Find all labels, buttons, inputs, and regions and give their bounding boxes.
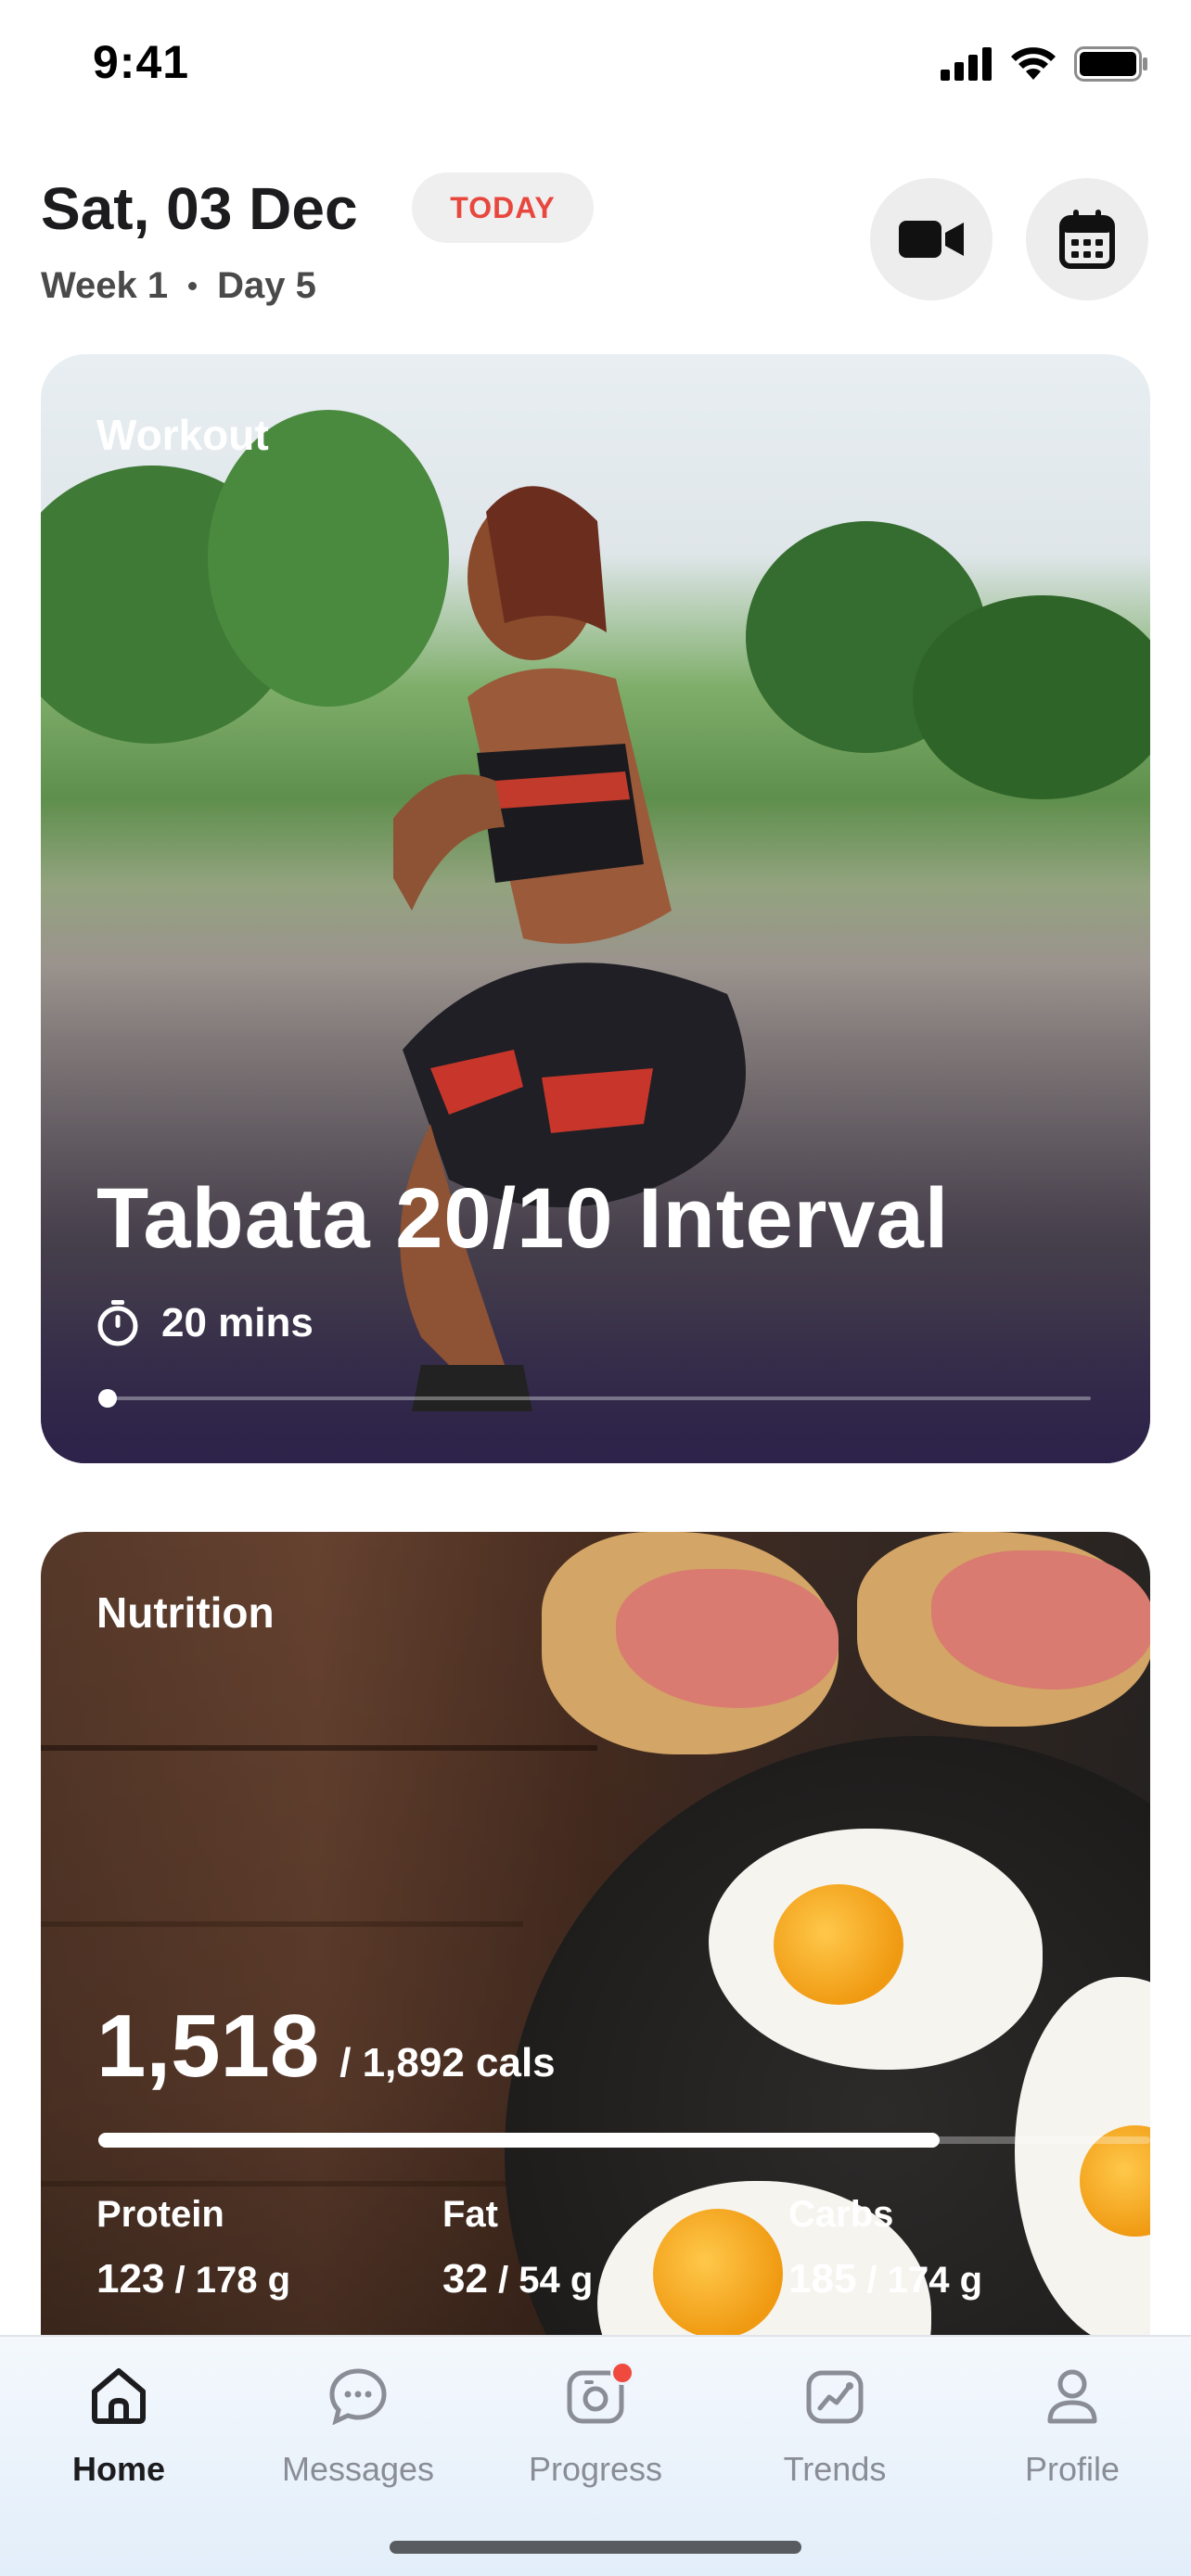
calorie-progress-fill xyxy=(98,2133,941,2148)
macro-values: 123 / 178 g xyxy=(96,2256,442,2302)
stopwatch-icon xyxy=(97,1300,138,1346)
athlete-figure xyxy=(393,486,746,1411)
macro-carbs: Carbs 185 / 174 g xyxy=(788,2194,1134,2302)
macro-label: Carbs xyxy=(788,2194,894,2235)
macros-row: Protein 123 / 178 g Fat 32 / 54 g Carbs … xyxy=(96,2194,1135,2302)
status-bar: 9:41 xyxy=(0,0,1191,130)
day-header: Sat, 03 Dec TODAY Week 1 Day 5 xyxy=(0,148,1191,334)
macro-values: 32 / 54 g xyxy=(442,2256,788,2302)
calendar-icon xyxy=(1059,210,1115,269)
macro-goal: / 178 g xyxy=(174,2260,291,2301)
tab-home[interactable]: Home xyxy=(7,2363,230,2489)
workout-progress-bar[interactable] xyxy=(98,1389,1091,1408)
home-indicator xyxy=(390,2541,801,2554)
notification-dot xyxy=(610,2361,634,2385)
macro-value: 185 xyxy=(788,2256,857,2302)
today-badge[interactable]: TODAY xyxy=(412,172,594,243)
calorie-summary: 1,518 / 1,892 cals xyxy=(96,1996,556,2098)
workout-photo xyxy=(41,354,1150,1463)
chat-bubble-icon xyxy=(325,2363,391,2429)
macro-fat: Fat 32 / 54 g xyxy=(442,2194,788,2302)
workout-title: Tabata 20/10 Interval xyxy=(96,1171,950,1266)
camera-progress-icon xyxy=(562,2361,634,2429)
duration-text: 20 mins xyxy=(161,1300,314,1345)
calorie-progress-bar xyxy=(98,2133,1150,2148)
tab-progress[interactable]: Progress xyxy=(484,2361,707,2489)
person-icon xyxy=(1039,2363,1106,2429)
workout-progress-handle[interactable] xyxy=(98,1389,117,1408)
battery-icon xyxy=(1074,46,1147,82)
week-label: Week 1 xyxy=(41,265,169,306)
tab-trends[interactable]: Trends xyxy=(724,2363,946,2489)
macro-label: Fat xyxy=(442,2194,498,2235)
nutrition-card[interactable]: Nutrition 1,518 / 1,892 cals Protein 123… xyxy=(41,1532,1150,2468)
tab-messages[interactable]: Messages xyxy=(247,2363,469,2489)
macro-value: 123 xyxy=(96,2256,165,2302)
home-icon xyxy=(85,2363,152,2429)
macro-goal: / 174 g xyxy=(866,2260,983,2301)
tab-label: Profile xyxy=(1024,2450,1121,2488)
video-button[interactable] xyxy=(870,178,992,300)
video-camera-icon xyxy=(899,221,964,258)
macro-values: 185 / 174 g xyxy=(788,2256,1134,2302)
wifi-icon xyxy=(1011,47,1056,80)
tab-label: Progress xyxy=(528,2450,663,2488)
calories-goal: / 1,892 cals xyxy=(339,2040,556,2085)
tab-label: Messages xyxy=(281,2450,435,2488)
calories-consumed: 1,518 xyxy=(96,1996,320,2096)
nutrition-label: Nutrition xyxy=(96,1588,275,1637)
day-label: Day 5 xyxy=(217,265,316,306)
calendar-button[interactable] xyxy=(1026,178,1148,300)
workout-card[interactable]: Workout Tabata 20/10 Interval 20 mins xyxy=(41,354,1150,1463)
cellular-signal-icon xyxy=(941,47,992,81)
bottom-tab-bar: Home Messages Progress Trends Profile xyxy=(0,2335,1191,2576)
macro-label: Protein xyxy=(96,2194,224,2235)
tab-profile[interactable]: Profile xyxy=(961,2363,1184,2489)
macro-protein: Protein 123 / 178 g xyxy=(96,2194,442,2302)
date-title: Sat, 03 Dec xyxy=(41,175,358,242)
tab-label: Home xyxy=(71,2450,166,2488)
workout-duration: 20 mins xyxy=(96,1300,314,1346)
week-day-label: Week 1 Day 5 xyxy=(41,265,316,307)
macro-goal: / 54 g xyxy=(498,2260,594,2301)
macro-value: 32 xyxy=(442,2256,488,2302)
status-icons xyxy=(941,46,1148,82)
trend-chart-icon xyxy=(801,2363,868,2429)
separator-dot xyxy=(188,282,198,290)
tab-label: Trends xyxy=(783,2450,887,2488)
status-time: 9:41 xyxy=(93,36,190,88)
workout-label: Workout xyxy=(96,411,269,459)
